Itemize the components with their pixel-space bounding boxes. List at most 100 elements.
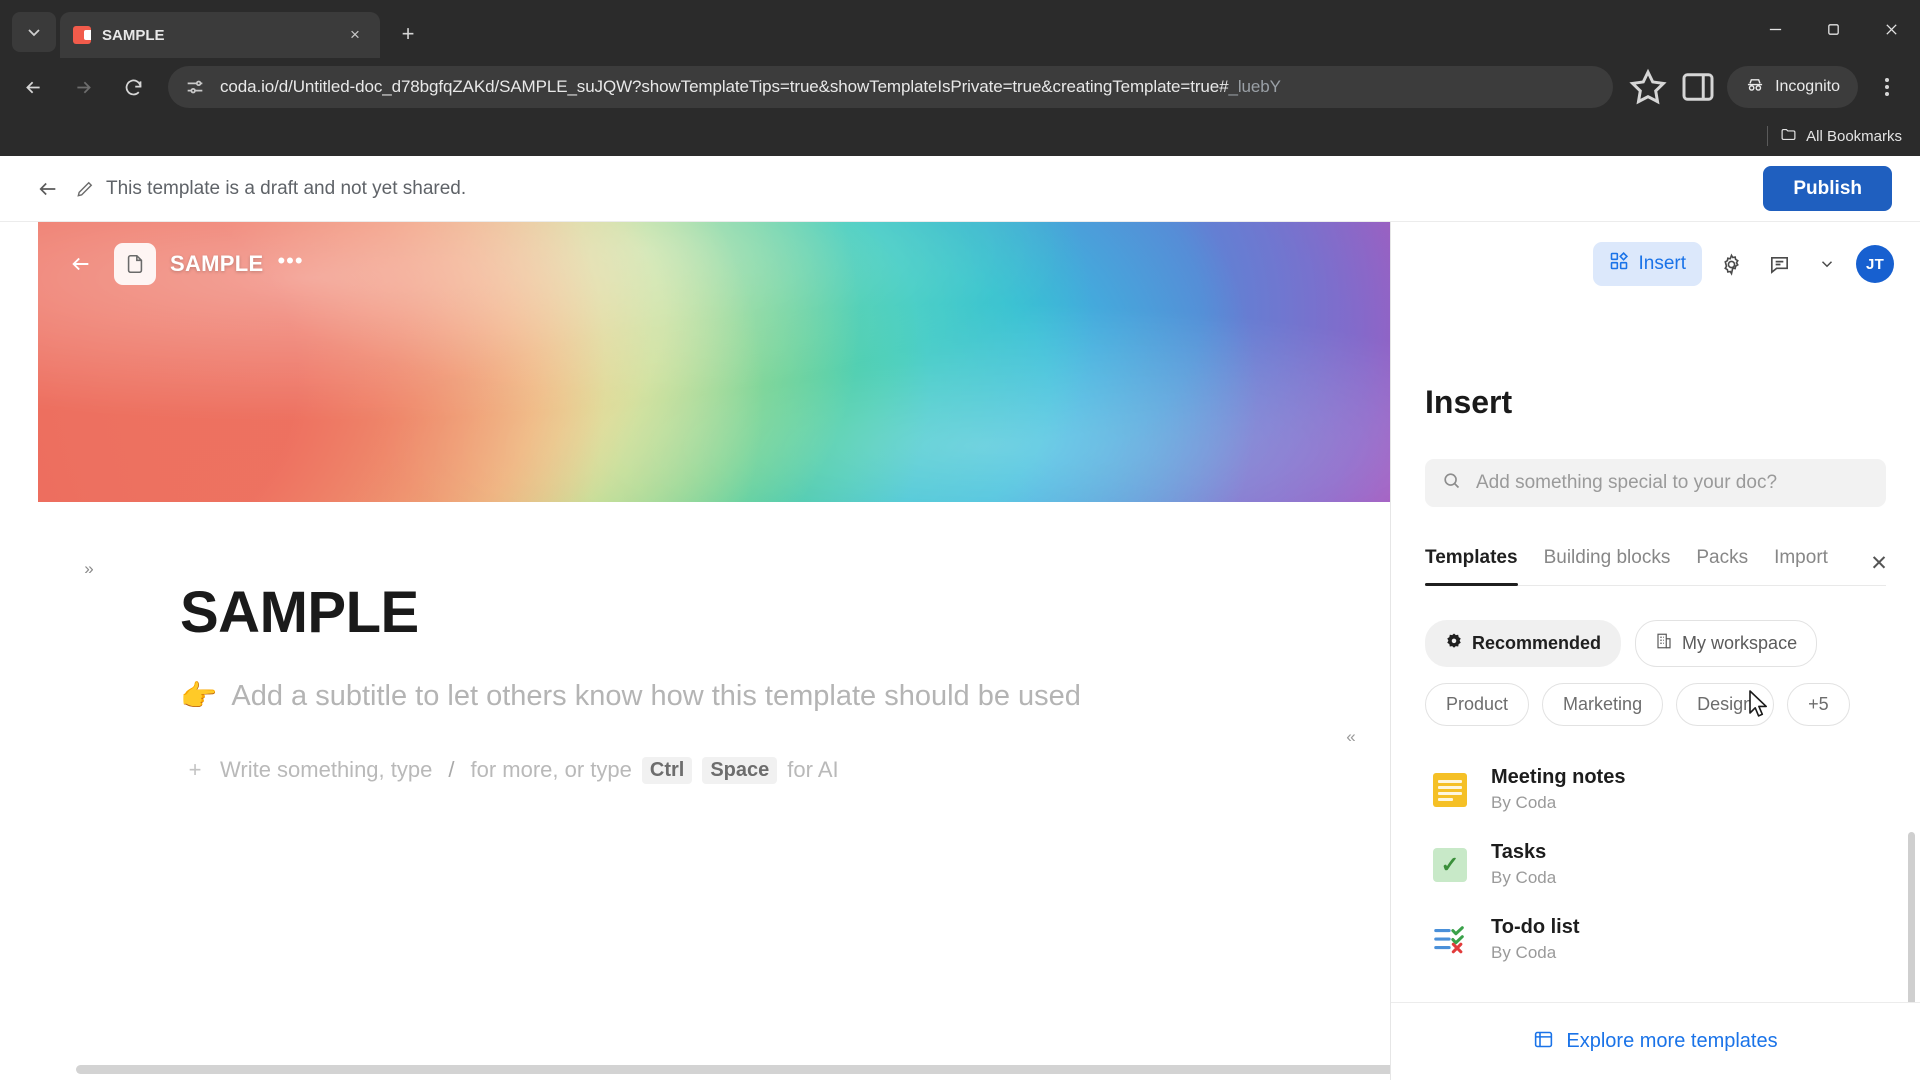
address-bar[interactable]: coda.io/d/Untitled-doc_d78bgfqZAKd/SAMPL… [168, 66, 1614, 108]
document-body: SAMPLE 👉 Add a subtitle to let others kn… [38, 502, 1390, 785]
subtitle-row[interactable]: 👉 Add a subtitle to let others know how … [180, 680, 1390, 713]
comment-icon[interactable] [1760, 245, 1798, 283]
coda-favicon [72, 25, 92, 45]
browser-chrome: SAMPLE × + coda.io/d/Untitled-doc_d78bgf… [0, 0, 1920, 156]
template-name: To-do list [1491, 916, 1580, 938]
filter-recommended[interactable]: Recommended [1425, 620, 1622, 667]
chevron-down-icon[interactable] [1808, 245, 1846, 283]
explore-more-templates-label: Explore more templates [1566, 1030, 1778, 1052]
sparkle-badge-icon [1445, 632, 1463, 655]
tab-import[interactable]: Import [1774, 547, 1828, 585]
kebab-menu-icon[interactable] [1866, 64, 1908, 110]
gear-icon[interactable] [1712, 245, 1750, 283]
incognito-icon [1745, 75, 1765, 100]
close-icon[interactable]: × [342, 22, 368, 48]
template-author: By Coda [1491, 793, 1557, 812]
window-controls [1746, 0, 1920, 58]
document-name[interactable]: SAMPLE [170, 251, 263, 277]
divider [1767, 126, 1769, 146]
profile-label: Incognito [1775, 78, 1840, 95]
document-horizontal-scrollbar[interactable] [76, 1065, 1428, 1074]
panel-tabs: Templates Building blocks Packs Import [1425, 547, 1886, 586]
tab-search-icon[interactable] [12, 12, 56, 52]
workspace: SAMPLE ••• » « SAMPLE 👉 Add a subtitle t… [0, 222, 1920, 1080]
back-arrow-icon[interactable] [62, 245, 100, 283]
placeholder-part-2: for more, or type [470, 757, 632, 782]
tab-title: SAMPLE [102, 26, 165, 44]
explore-templates-icon [1533, 1029, 1554, 1055]
close-panel-icon[interactable]: ✕ [1864, 548, 1894, 578]
forward-arrow-icon[interactable] [62, 66, 104, 108]
close-icon[interactable] [1862, 0, 1920, 58]
tab-building-blocks[interactable]: Building blocks [1544, 547, 1671, 585]
page-title[interactable]: SAMPLE [180, 584, 1390, 642]
insert-button[interactable]: Insert [1593, 242, 1702, 286]
pointing-hand-icon: 👉 [180, 679, 218, 713]
insert-button-label: Insert [1638, 253, 1686, 274]
site-settings-icon[interactable] [184, 76, 206, 98]
document-card: SAMPLE ••• » « SAMPLE 👉 Add a subtitle t… [38, 222, 1424, 1080]
expand-sidebar-icon[interactable]: » [72, 552, 106, 586]
list-item[interactable]: ✓ Tasks By Coda [1425, 827, 1886, 902]
search-input[interactable]: Add something special to your doc? [1425, 459, 1886, 507]
template-name: Meeting notes [1491, 766, 1626, 788]
document-canvas: SAMPLE ••• » « SAMPLE 👉 Add a subtitle t… [0, 222, 1424, 1080]
minimize-icon[interactable] [1746, 0, 1804, 58]
panel-body: Insert Add something special to your doc… [1391, 306, 1920, 977]
placeholder-part-3: for AI [787, 757, 839, 782]
primary-filter-chips: Recommended My workspace [1425, 620, 1886, 667]
todo-list-icon [1431, 921, 1469, 959]
tab-strip: SAMPLE × + [0, 0, 1920, 58]
side-panel-icon[interactable] [1677, 66, 1719, 108]
browser-toolbar: coda.io/d/Untitled-doc_d78bgfqZAKd/SAMPL… [0, 58, 1920, 116]
profile-incognito-button[interactable]: Incognito [1727, 66, 1858, 108]
ctrl-key-hint: Ctrl [641, 756, 693, 784]
avatar[interactable]: JT [1856, 245, 1894, 283]
back-arrow-icon[interactable] [28, 169, 68, 209]
yellow-note-icon [1431, 771, 1469, 809]
filter-my-workspace[interactable]: My workspace [1635, 620, 1818, 667]
filter-product[interactable]: Product [1425, 683, 1530, 726]
all-bookmarks-button[interactable]: All Bookmarks [1780, 126, 1902, 147]
filter-marketing[interactable]: Marketing [1542, 683, 1664, 726]
template-list: Meeting notes By Coda ✓ Tasks By Coda To… [1425, 752, 1886, 977]
coda-app: This template is a draft and not yet sha… [0, 156, 1920, 1080]
draft-status-text: This template is a draft and not yet sha… [106, 177, 467, 199]
bookmarks-bar: All Bookmarks [0, 116, 1920, 156]
slash-key-hint: / [448, 757, 455, 782]
filter-recommended-label: Recommended [1472, 633, 1602, 653]
maximize-icon[interactable] [1804, 0, 1862, 58]
document-icon[interactable] [114, 243, 156, 285]
publish-button[interactable]: Publish [1763, 166, 1892, 211]
back-arrow-icon[interactable] [12, 66, 54, 108]
pencil-icon[interactable] [68, 169, 102, 209]
browser-tab[interactable]: SAMPLE × [60, 12, 380, 58]
search-icon [1441, 470, 1462, 496]
document-header: SAMPLE ••• [38, 222, 1390, 306]
star-icon[interactable] [1627, 66, 1669, 108]
filter-design[interactable]: Design [1676, 683, 1775, 726]
folder-icon [1780, 126, 1797, 147]
body-placeholder-row[interactable]: + Write something, type / for more, or t… [180, 755, 1390, 785]
new-tab-button[interactable]: + [390, 16, 426, 52]
add-block-icon[interactable]: + [180, 755, 210, 785]
tab-templates[interactable]: Templates [1425, 547, 1518, 586]
reload-icon[interactable] [112, 66, 154, 108]
list-item[interactable]: Meeting notes By Coda [1425, 752, 1886, 827]
green-check-icon: ✓ [1431, 846, 1469, 884]
explore-more-templates-button[interactable]: Explore more templates [1391, 1002, 1920, 1080]
space-key-hint: Space [702, 756, 778, 784]
panel-vertical-scrollbar[interactable] [1908, 832, 1915, 1012]
draft-status-bar: This template is a draft and not yet sha… [0, 156, 1920, 222]
document-more-icon[interactable]: ••• [277, 250, 303, 278]
search-placeholder: Add something special to your doc? [1476, 472, 1778, 493]
template-name: Tasks [1491, 841, 1547, 863]
tab-packs[interactable]: Packs [1696, 547, 1748, 585]
all-bookmarks-label: All Bookmarks [1806, 127, 1902, 145]
filter-more-count[interactable]: +5 [1787, 683, 1850, 726]
insert-panel: Insert JT ✕ Insert Add something special… [1390, 222, 1920, 1080]
collapse-panel-icon[interactable]: « [1334, 720, 1368, 754]
building-icon [1655, 632, 1673, 655]
template-author: By Coda [1491, 868, 1557, 887]
list-item[interactable]: To-do list By Coda [1425, 902, 1886, 977]
